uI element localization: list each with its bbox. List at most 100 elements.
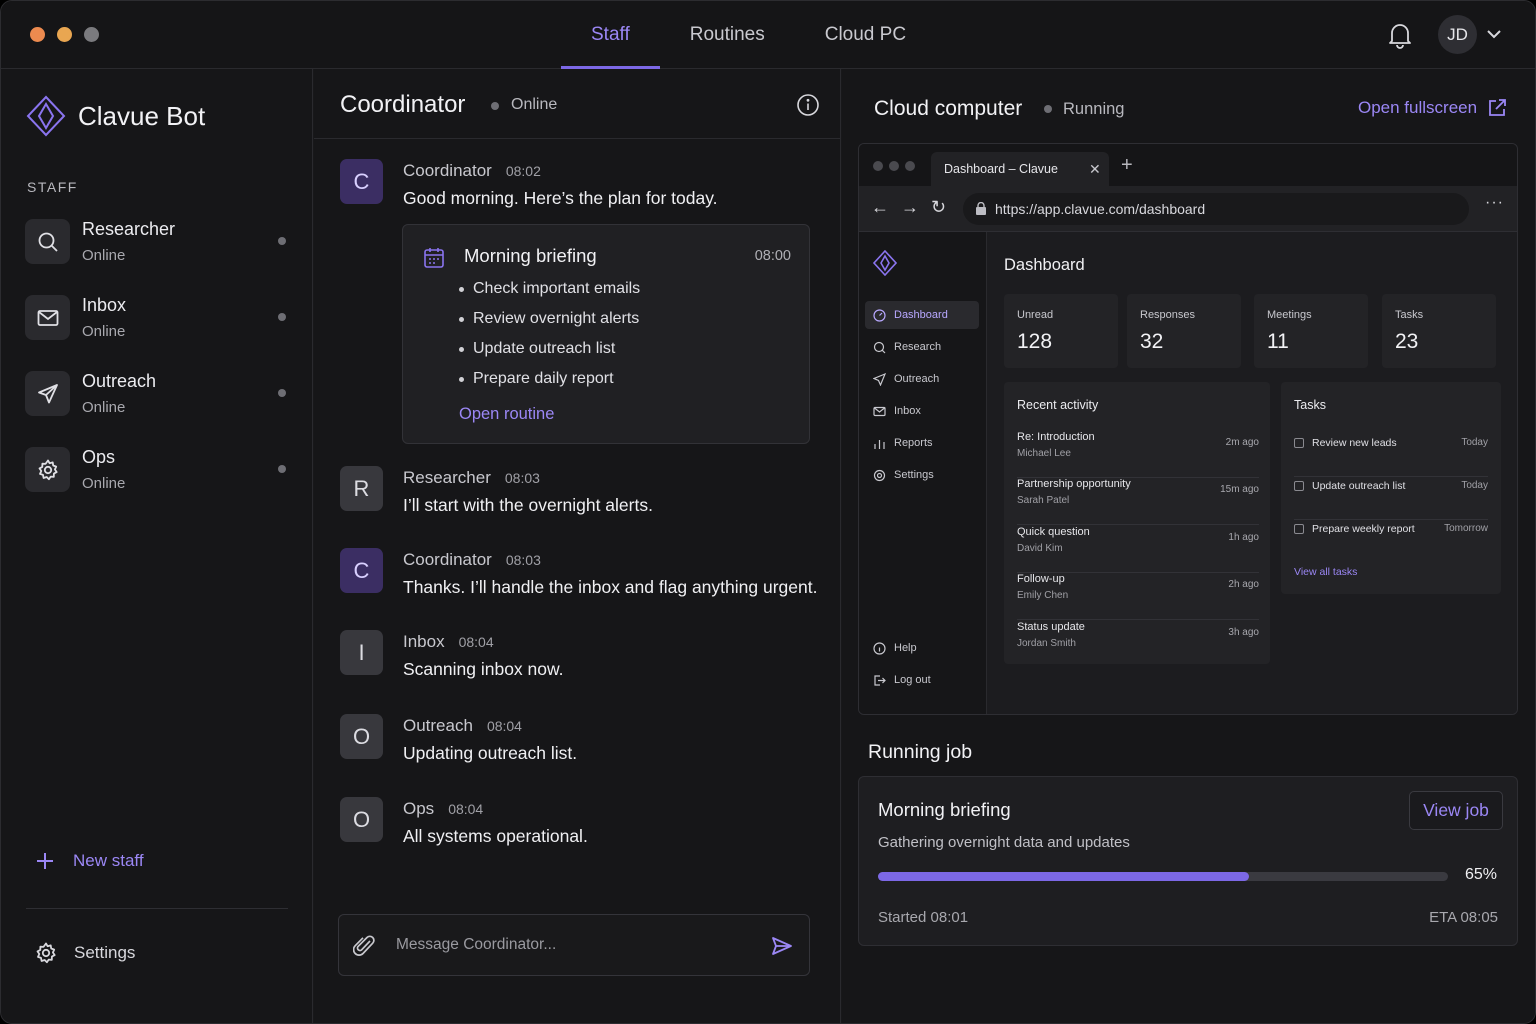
- sidebar-item-ops[interactable]: Ops Online: [25, 445, 295, 503]
- new-staff-button[interactable]: New staff: [35, 851, 144, 871]
- stat-value: 23: [1395, 330, 1419, 353]
- status-dot: [278, 465, 286, 473]
- chart-icon: [874, 439, 885, 449]
- embedded-browser: Dashboard – Clavue ✕ + ← → ↻ https://app…: [858, 143, 1518, 715]
- sidebar-item-researcher[interactable]: Researcher Online: [25, 217, 295, 275]
- activity-row[interactable]: Partnership opportunity Sarah Patel 15m …: [1017, 478, 1259, 525]
- sender-name: Inbox: [403, 632, 445, 651]
- message-input[interactable]: [396, 929, 756, 961]
- new-tab-icon[interactable]: +: [1121, 154, 1133, 177]
- more-icon[interactable]: ···: [1485, 194, 1504, 212]
- app-nav-dashboard[interactable]: Dashboard: [865, 301, 979, 329]
- task-checkbox[interactable]: [1294, 481, 1304, 491]
- message-text: All systems operational.: [403, 826, 588, 846]
- view-all-tasks-link[interactable]: View all tasks: [1294, 566, 1357, 578]
- minimize-window-button[interactable]: [57, 27, 72, 42]
- app-nav-label: Dashboard: [894, 309, 948, 321]
- info-icon[interactable]: [796, 93, 820, 117]
- activity-person: Sarah Patel: [1017, 495, 1070, 506]
- app-nav-research[interactable]: Research: [865, 333, 979, 361]
- cloud-title: Cloud computer: [874, 97, 1023, 120]
- chat-panel: Coordinator Online C Coordinator 08:02 Go…: [314, 69, 841, 1023]
- open-routine-link[interactable]: Open routine: [459, 405, 554, 424]
- activity-person: Jordan Smith: [1017, 638, 1076, 649]
- maximize-window-button[interactable]: [84, 27, 99, 42]
- tab-staff[interactable]: Staff: [561, 1, 660, 69]
- reload-icon[interactable]: ↻: [931, 197, 946, 218]
- close-window-button[interactable]: [30, 27, 45, 42]
- sidebar: Clavue Bot STAFF Researcher Online Inbox…: [1, 69, 313, 1023]
- browser-minimize-dot[interactable]: [889, 161, 899, 171]
- app-sidebar: Dashboard Research Outreach Inbox Report…: [859, 232, 987, 714]
- send-icon[interactable]: [771, 935, 793, 957]
- app-nav-reports[interactable]: Reports: [865, 429, 979, 457]
- activity-title: Follow-up: [1017, 573, 1065, 585]
- activity-title: Re: Introduction: [1017, 431, 1095, 443]
- status-dot: [491, 102, 499, 110]
- app-nav-settings[interactable]: Settings: [865, 461, 979, 489]
- user-avatar[interactable]: JD: [1438, 15, 1477, 54]
- chevron-down-icon[interactable]: [1485, 27, 1503, 41]
- progress-percent: 65%: [1465, 866, 1498, 883]
- activity-time: 15m ago: [1220, 484, 1259, 495]
- view-job-button[interactable]: View job: [1409, 791, 1503, 830]
- browser-nav-bar: ← → ↻ https://app.clavue.com/dashboard ·…: [859, 186, 1517, 232]
- activity-row[interactable]: Quick question David Kim 1h ago: [1017, 526, 1259, 573]
- browser-tab-title: Dashboard – Clavue: [944, 162, 1058, 176]
- message-time: 08:04: [448, 801, 484, 817]
- app-nav-outreach[interactable]: Outreach: [865, 365, 979, 393]
- activity-row[interactable]: Follow-up Emily Chen 2h ago: [1017, 573, 1259, 620]
- settings-button[interactable]: Settings: [34, 941, 135, 965]
- search-icon: [873, 341, 886, 353]
- address-bar[interactable]: https://app.clavue.com/dashboard: [963, 193, 1469, 225]
- message-time: 08:03: [504, 470, 540, 486]
- browser-maximize-dot[interactable]: [905, 161, 915, 171]
- open-fullscreen-link[interactable]: Open fullscreen: [1358, 98, 1507, 118]
- progress-fill: [878, 872, 1249, 881]
- stat-label: Unread: [1017, 309, 1054, 321]
- browser-close-dot[interactable]: [873, 161, 883, 171]
- app-nav-logout[interactable]: Log out: [865, 666, 979, 694]
- chat-status: Online: [511, 96, 558, 113]
- sidebar-divider: [26, 908, 288, 909]
- task-label: Prepare weekly report: [1312, 523, 1415, 535]
- app-nav-help[interactable]: Help: [865, 634, 979, 662]
- staff-section-label: STAFF: [27, 179, 78, 195]
- paperclip-icon[interactable]: [353, 933, 377, 959]
- message-time: 08:04: [458, 634, 494, 650]
- tab-routines[interactable]: Routines: [660, 1, 795, 69]
- stat-card-responses: Responses 32: [1127, 294, 1241, 368]
- gear-icon: [25, 447, 70, 492]
- brand: Clavue Bot: [26, 95, 205, 137]
- message-text: Thanks. I’ll handle the inbox and flag a…: [403, 577, 818, 597]
- status-dot: [278, 313, 286, 321]
- sidebar-item-outreach[interactable]: Outreach Online: [25, 369, 295, 427]
- activity-row[interactable]: Re: Introduction Michael Lee 2m ago: [1017, 431, 1259, 478]
- message-text: Good morning. Here’s the plan for today.: [403, 188, 718, 208]
- message-header: Inbox 08:04: [403, 632, 494, 652]
- task-checkbox[interactable]: [1294, 524, 1304, 534]
- progress-bar: [878, 872, 1448, 881]
- task-checkbox[interactable]: [1294, 438, 1304, 448]
- status-dot: [1044, 105, 1052, 113]
- task-row: Update outreach list Today: [1294, 477, 1488, 520]
- avatar: O: [340, 714, 383, 759]
- calendar-icon: [424, 248, 444, 268]
- lock-icon: [976, 202, 986, 215]
- tab-cloud-pc[interactable]: Cloud PC: [795, 1, 936, 69]
- gear-icon: [873, 469, 886, 481]
- briefing-title: Morning briefing: [464, 245, 597, 266]
- message-time: 08:03: [505, 552, 541, 568]
- close-icon[interactable]: ✕: [1089, 161, 1101, 178]
- forward-arrow-icon[interactable]: →: [901, 197, 919, 218]
- sidebar-item-inbox[interactable]: Inbox Online: [25, 293, 295, 351]
- activity-row[interactable]: Status update Jordan Smith 3h ago: [1017, 621, 1259, 668]
- list-item: Update outreach list: [459, 339, 640, 369]
- new-staff-label: New staff: [73, 851, 144, 870]
- back-arrow-icon[interactable]: ←: [871, 197, 889, 218]
- app-nav-label: Log out: [894, 674, 931, 686]
- app-nav-inbox[interactable]: Inbox: [865, 397, 979, 425]
- browser-tab[interactable]: Dashboard – Clavue ✕: [931, 152, 1109, 186]
- activity-time: 2h ago: [1228, 579, 1259, 590]
- bell-icon[interactable]: [1387, 21, 1413, 49]
